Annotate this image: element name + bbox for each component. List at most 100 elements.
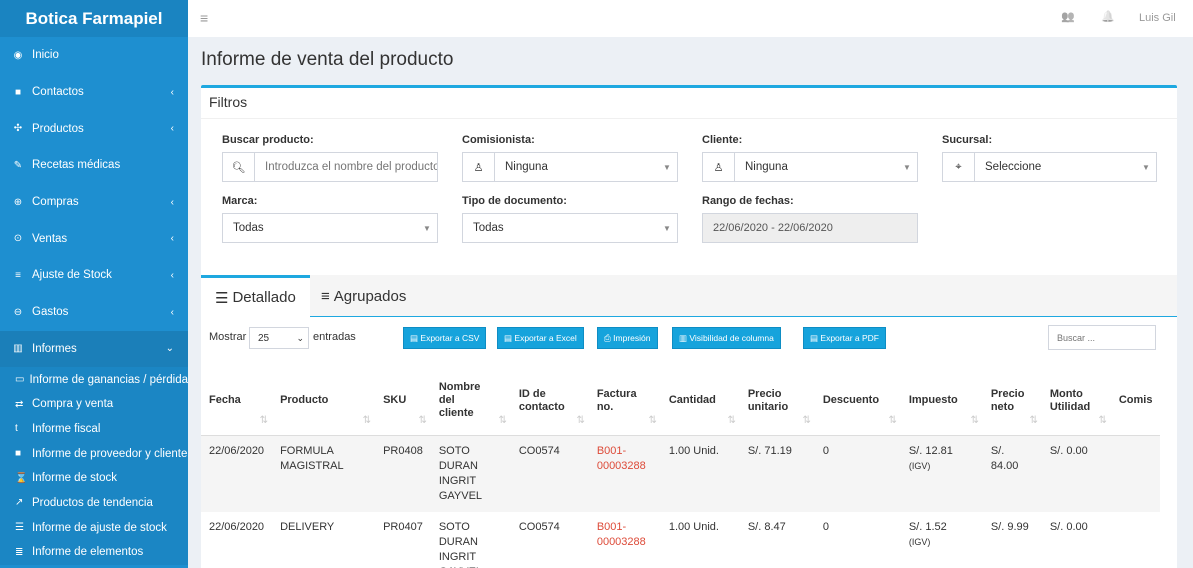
cell-precio-neto: S/. 84.00 — [982, 435, 1042, 512]
cell-descuento: 0 — [822, 520, 829, 533]
entries-select[interactable]: 25 ⌄ — [249, 327, 309, 349]
column-visibility-button[interactable]: ▥ Visibilidad de columna — [672, 327, 781, 349]
chevron-icon: ‹ — [170, 123, 174, 135]
submenu-item[interactable]: t Informe fiscal — [0, 417, 188, 442]
sidebar-item-ventas[interactable]: ⊙ Ventas ‹ — [0, 220, 188, 257]
caret-down-icon: ▼ — [1142, 162, 1150, 172]
search-input[interactable] — [255, 161, 437, 173]
col-header-descuento[interactable]: Descuento ⇅ — [814, 367, 901, 436]
sidebar-item-compras[interactable]: ⊕ Compras ‹ — [0, 184, 188, 221]
cell-precio-unitario: S/. 71.19 — [739, 435, 815, 512]
cliente-value: Ninguna — [745, 161, 788, 173]
bell-icon[interactable]: 🔔 — [1101, 10, 1115, 23]
submenu-item[interactable]: ⇄ Compra y venta — [0, 392, 188, 417]
users-icon[interactable]: 👥 — [1061, 10, 1075, 23]
col-header-sku[interactable]: SKU ⇅ — [375, 367, 431, 436]
sidebar-item-label: Ajuste de Stock — [32, 269, 112, 282]
sort-icon: ⇅ — [888, 414, 897, 426]
list-icon: ☰ — [215, 289, 229, 307]
cell-comis — [1111, 512, 1161, 568]
rango-fechas-field[interactable]: 22/06/2020 - 22/06/2020 — [702, 213, 918, 243]
rango-fechas-label: Rango de fechas: — [702, 195, 794, 207]
buscar-producto-field[interactable]: 🔍︎ — [222, 152, 438, 182]
sidebar-item-contactos[interactable]: ■ Contactos ‹ — [0, 74, 188, 111]
export-excel-button[interactable]: ▤ Exportar a Excel — [497, 327, 584, 349]
cell-sku: PR0408 — [375, 435, 431, 512]
cell-producto: FORMULA MAGISTRAL — [272, 435, 376, 512]
submenu-item[interactable]: ☰ Informe de ajuste de stock — [0, 515, 188, 540]
marca-value: Todas — [233, 222, 264, 234]
sidebar-item-recetas-m-dicas[interactable]: ✎ Recetas médicas — [0, 147, 188, 184]
hourglass-icon: ⌛ — [15, 472, 28, 484]
user-icon: ♙ — [703, 153, 735, 181]
col-header-impuesto[interactable]: Impuesto ⇅ — [900, 367, 983, 436]
submenu-item-label: Informe de elementos — [32, 546, 144, 559]
chevron-icon: ‹ — [170, 86, 174, 98]
submenu-item-label: Informe de proveedor y cliente — [32, 447, 188, 460]
sidebar-item-label: Productos — [32, 122, 84, 135]
tabs-bar: ☰ Detallado ≡ Agrupados — [201, 275, 1177, 317]
cliente-label: Cliente: — [702, 134, 743, 146]
col-header-monto-utilidad[interactable]: Monto Utilidad ⇅ — [1041, 367, 1111, 436]
chevron-icon: ‹ — [170, 269, 174, 281]
col-header-cliente[interactable]: Nombre del cliente ⇅ — [430, 367, 511, 436]
submenu-item[interactable]: ≣ Informe de elementos — [0, 540, 188, 565]
sort-icon: ⇅ — [1029, 414, 1038, 426]
col-header-cantidad[interactable]: Cantidad ⇅ — [660, 367, 740, 436]
col-header-precio-unitario[interactable]: Precio unitario ⇅ — [739, 367, 815, 436]
user-name[interactable]: Luis Gil — [1139, 12, 1176, 24]
tipo-documento-select[interactable]: Todas ▼ — [462, 213, 678, 243]
sidebar-item-informes[interactable]: ▥ Informes ⌄ — [0, 330, 188, 368]
col-header-contacto[interactable]: ID de contacto ⇅ — [510, 367, 589, 436]
tumblr-icon: t — [15, 423, 18, 435]
file-excel-icon: ▤ — [504, 332, 515, 343]
invoice-link[interactable]: B001-00003288 — [589, 512, 661, 568]
sidebar-item-ajuste-de-stock[interactable]: ≡ Ajuste de Stock ‹ — [0, 257, 188, 294]
address-book-icon: ■ — [14, 86, 22, 98]
submenu-item[interactable]: ↗ Productos de tendencia — [0, 491, 188, 516]
buscar-label: Buscar producto: — [222, 134, 314, 146]
export-pdf-button[interactable]: ▤ Exportar a PDF — [803, 327, 886, 349]
tab-agrupados[interactable]: ≡ Agrupados — [307, 275, 420, 317]
submenu-item[interactable]: ▭ Informe de ganancias / pérdidas — [0, 367, 188, 392]
sort-icon: ⇅ — [970, 414, 979, 426]
submenu-item[interactable]: ■ Informe de proveedor y cliente — [0, 441, 188, 466]
submenu-item-label: Informe de ajuste de stock — [32, 521, 167, 534]
col-header-label: Precio unitario — [747, 387, 789, 413]
table-search-input[interactable] — [1048, 325, 1156, 350]
edit-icon: ✎ — [13, 159, 23, 171]
col-header-comis[interactable]: Comis — [1110, 367, 1161, 436]
search-icon: 🔍︎ — [223, 153, 255, 181]
cell-precio-neto: S/. 9.99 — [990, 520, 1029, 533]
brand-logo[interactable]: Botica Farmapiel — [0, 0, 188, 37]
sidebar-item-inicio[interactable]: ◉ Inicio — [0, 37, 188, 74]
export-csv-button[interactable]: ▤ Exportar a CSV — [403, 327, 487, 349]
col-header-label: Factura no. — [596, 387, 637, 413]
cliente-select[interactable]: ♙ Ninguna ▼ — [702, 152, 918, 182]
file-pdf-icon: ▤ — [810, 332, 821, 343]
print-button[interactable]: ⎙ Impresión — [597, 327, 658, 349]
main-content: Informe de venta del producto Filtros Bu… — [188, 37, 1193, 568]
col-header-fecha[interactable]: Fecha ⇅ — [201, 367, 273, 436]
filters-title: Filtros — [209, 94, 248, 110]
sidebar-item-productos[interactable]: ✣ Productos ‹ — [0, 110, 188, 147]
sort-icon: ⇅ — [802, 414, 811, 426]
col-header-precio-neto[interactable]: Precio neto ⇅ — [982, 367, 1042, 436]
col-header-producto[interactable]: Producto ⇅ — [272, 367, 376, 436]
sucursal-select[interactable]: ⌖ Seleccione ▼ — [942, 152, 1157, 182]
plus-circle-icon: ⊕ — [13, 196, 23, 208]
rango-fechas-value: 22/06/2020 - 22/06/2020 — [713, 222, 833, 234]
marca-select[interactable]: Todas ▼ — [222, 213, 438, 243]
col-header-factura[interactable]: Factura no. ⇅ — [588, 367, 661, 436]
tab-detallado[interactable]: ☰ Detallado — [201, 275, 310, 317]
sidebar-item-label: Ventas — [32, 232, 68, 245]
sidebar-item-gastos[interactable]: ⊖ Gastos ‹ — [0, 294, 188, 331]
menu-toggle-icon[interactable]: ≡ — [200, 10, 208, 26]
cell-monto-utilidad: S/. 0.00 — [1041, 435, 1111, 512]
sidebar-item-label: Contactos — [32, 86, 84, 99]
submenu-item[interactable]: ⌛ Informe de stock — [0, 466, 188, 491]
comisionista-select[interactable]: ♙ Ninguna ▼ — [462, 152, 678, 182]
sidebar-item-label: Inicio — [32, 49, 59, 62]
tipo-documento-label: Tipo de documento: — [462, 195, 567, 207]
invoice-link[interactable]: B001-00003288 — [588, 435, 661, 512]
